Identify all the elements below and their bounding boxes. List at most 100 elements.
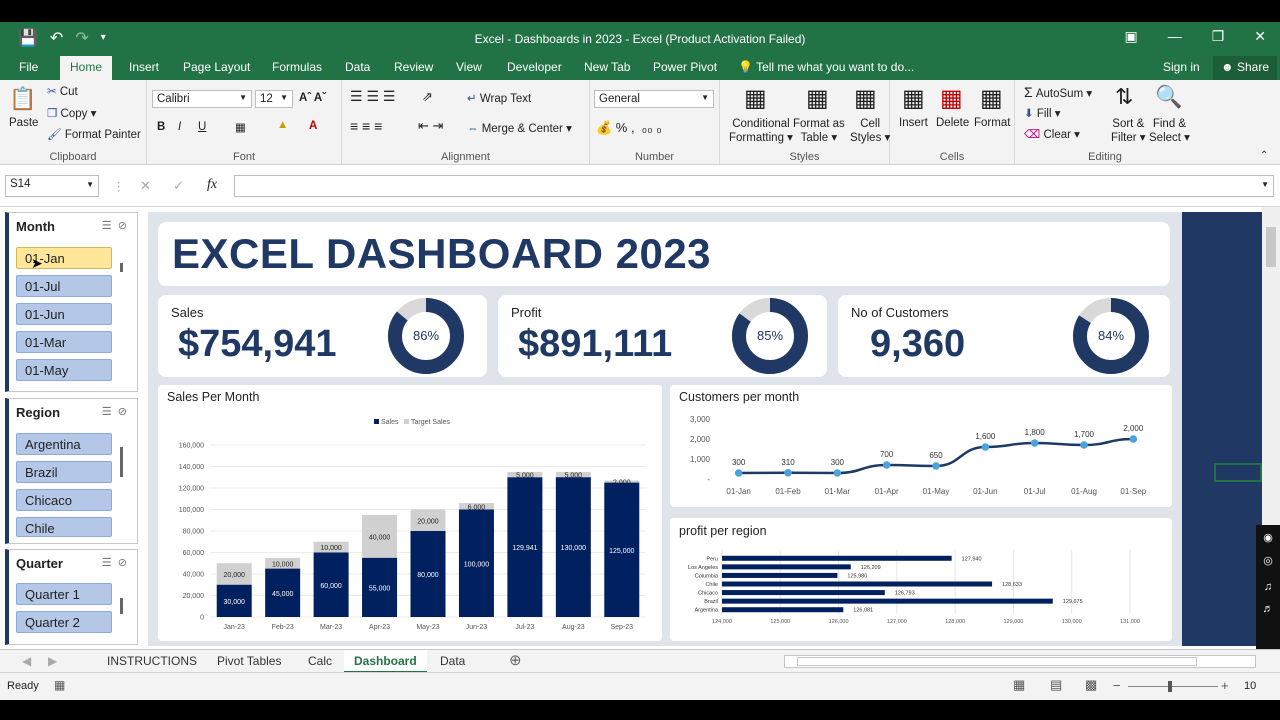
tab-insert[interactable]: Insert xyxy=(129,60,159,74)
format-as-table-icon[interactable]: ▦ xyxy=(806,84,829,113)
cancel-icon[interactable]: ✕ xyxy=(140,178,151,194)
horizontal-scroll-thumb[interactable] xyxy=(797,657,1197,666)
multi-select-icon[interactable]: ☰ ⊘ xyxy=(102,556,127,569)
tab-data[interactable]: Data xyxy=(345,60,370,74)
indent-icons[interactable]: ⇤ ⇥ xyxy=(418,118,443,134)
slicer-item[interactable]: Quarter 2 xyxy=(16,611,112,633)
multi-select-icon[interactable]: ☰ ⊘ xyxy=(102,219,127,232)
insert-function-button[interactable]: fx xyxy=(207,177,217,193)
paste-button[interactable]: Paste xyxy=(9,117,38,129)
slicer-item[interactable]: Chicaco xyxy=(16,489,112,511)
delete-cells-icon[interactable]: ▦ xyxy=(940,84,963,113)
zoom-slider-thumb[interactable] xyxy=(1168,681,1172,692)
slicer-item[interactable]: Quarter 1 xyxy=(16,583,112,605)
clear-button[interactable]: ⌫ Clear ▾ xyxy=(1024,127,1080,141)
format-cells-button[interactable]: Format xyxy=(974,117,1010,129)
font-grow-shrink-icons[interactable]: Aˆ Aˇ xyxy=(299,92,326,104)
cell-styles-button[interactable]: Cell Styles ▾ xyxy=(850,117,890,145)
format-cells-icon[interactable]: ▦ xyxy=(980,84,1003,113)
tab-developer[interactable]: Developer xyxy=(507,60,562,74)
cut-button[interactable]: ✂ Cut xyxy=(47,84,78,98)
tab-formulas[interactable]: Formulas xyxy=(272,60,322,74)
number-format-select[interactable]: General ▼ xyxy=(594,90,714,108)
format-painter-button[interactable]: 🖌 Format Painter xyxy=(47,127,141,141)
page-layout-view-icon[interactable]: ▤ xyxy=(1050,677,1062,693)
tab-power-pivot[interactable]: Power Pivot xyxy=(653,60,717,74)
zoom-in-icon[interactable]: + xyxy=(1221,678,1229,693)
sheet-tab-data[interactable]: Data xyxy=(440,654,465,668)
fill-button[interactable]: ⬇ Fill ▾ xyxy=(1024,106,1061,120)
add-sheet-icon[interactable]: ⊕ xyxy=(509,651,522,669)
camera-icon[interactable]: ◉ xyxy=(1256,531,1280,544)
minimize-icon[interactable]: — xyxy=(1168,28,1182,45)
mic-icon[interactable]: ♫ xyxy=(1256,581,1280,593)
sort-filter-button[interactable]: Sort & Filter ▾ xyxy=(1111,117,1146,145)
merge-center-button[interactable]: ⇔ Merge & Center ▾ xyxy=(467,121,572,135)
underline-icon[interactable]: U xyxy=(198,121,206,133)
align-left-icons[interactable]: ≡ ≡ ≡ xyxy=(350,118,382,134)
vertical-scroll-thumb[interactable] xyxy=(1266,227,1276,267)
italic-icon[interactable]: I xyxy=(178,121,181,133)
fill-color-icon[interactable]: ▲ xyxy=(277,119,288,131)
multi-select-icon[interactable]: ☰ ⊘ xyxy=(102,405,127,418)
slicer-scrollbar[interactable] xyxy=(120,447,123,477)
speaker-icon[interactable]: ♬ xyxy=(1256,603,1280,615)
tab-home[interactable]: Home xyxy=(60,56,113,80)
tab-page-layout[interactable]: Page Layout xyxy=(183,60,250,74)
share-button[interactable]: ☻ Share xyxy=(1213,56,1278,80)
insert-cells-button[interactable]: Insert xyxy=(899,117,928,129)
tab-review[interactable]: Review xyxy=(394,60,433,74)
normal-view-icon[interactable]: ▦ xyxy=(1013,677,1025,693)
sign-in-link[interactable]: Sign in xyxy=(1163,60,1200,74)
restore-icon[interactable]: ❐ xyxy=(1212,28,1225,45)
sheet-tab-pivot-tables[interactable]: Pivot Tables xyxy=(217,654,281,668)
find-select-button[interactable]: Find & Select ▾ xyxy=(1149,117,1190,145)
slicer-item[interactable]: 01-Mar xyxy=(16,331,112,353)
tab-view[interactable]: View xyxy=(456,60,482,74)
slicer-item[interactable]: Brazil xyxy=(16,461,112,483)
wrap-text-button[interactable]: ↵ Wrap Text xyxy=(467,91,531,105)
sheet-tab-dashboard[interactable]: Dashboard xyxy=(344,650,427,673)
number-format-icons[interactable]: 💰 % , ₀₀ ₀ xyxy=(596,120,662,136)
record-icon[interactable]: ◎ xyxy=(1256,554,1280,567)
slicer-item[interactable]: 01-Jul xyxy=(16,275,112,297)
scroll-left-icon[interactable]: ◀ xyxy=(22,654,31,668)
collapse-ribbon-icon[interactable]: ⌃ xyxy=(1260,150,1268,161)
close-icon[interactable]: ✕ xyxy=(1254,28,1266,45)
font-name-select[interactable]: Calibri ▼ xyxy=(152,90,252,108)
zoom-slider[interactable] xyxy=(1128,686,1218,687)
formula-input[interactable]: ▼ xyxy=(234,175,1274,197)
tab-file[interactable]: File xyxy=(19,60,38,74)
slicer-item[interactable]: 01-Jun xyxy=(16,303,112,325)
font-color-icon[interactable]: A xyxy=(309,120,317,132)
page-break-view-icon[interactable]: ▩ xyxy=(1085,677,1097,693)
ribbon-display-icon[interactable]: ▣ xyxy=(1124,28,1137,45)
tab-new-tab[interactable]: New Tab xyxy=(584,60,630,74)
align-top-icons[interactable]: ☰ ☰ ☰ xyxy=(350,88,395,105)
sheet-tab-instructions[interactable]: INSTRUCTIONS xyxy=(107,654,197,668)
format-as-table-button[interactable]: Format as Table ▾ xyxy=(793,117,845,145)
conditional-formatting-icon[interactable]: ▦ xyxy=(744,84,767,113)
delete-cells-button[interactable]: Delete xyxy=(936,117,969,129)
slicer-scrollbar[interactable] xyxy=(120,598,123,614)
insert-cells-icon[interactable]: ▦ xyxy=(902,84,925,113)
font-size-select[interactable]: 12 ▼ xyxy=(255,90,293,108)
horizontal-scrollbar[interactable] xyxy=(784,655,1256,668)
conditional-formatting-button[interactable]: Conditional Formatting ▾ xyxy=(729,117,793,145)
slicer-item[interactable]: Chile xyxy=(16,517,112,537)
name-box[interactable]: S14 ▼ xyxy=(5,175,99,197)
slicer-scrollbar[interactable] xyxy=(120,263,123,272)
orientation-icon[interactable]: ⇗ xyxy=(422,89,433,105)
copy-button[interactable]: ❐ Copy ▾ xyxy=(47,106,96,120)
bold-icon[interactable]: B xyxy=(157,121,165,133)
tell-me-box[interactable]: 💡 Tell me what you want to do... xyxy=(738,60,914,74)
enter-icon[interactable]: ✓ xyxy=(173,178,184,194)
sort-filter-icon[interactable]: ⇅ xyxy=(1115,84,1133,110)
zoom-level[interactable]: 10 xyxy=(1244,680,1256,692)
borders-icon[interactable]: ▦ xyxy=(235,120,246,134)
sheet-tab-calc[interactable]: Calc xyxy=(308,654,332,668)
paste-icon[interactable]: 📋 xyxy=(9,86,36,112)
cell-styles-icon[interactable]: ▦ xyxy=(854,84,877,113)
macro-record-icon[interactable]: ▦ xyxy=(54,678,65,692)
slicer-item[interactable]: Argentina xyxy=(16,433,112,455)
